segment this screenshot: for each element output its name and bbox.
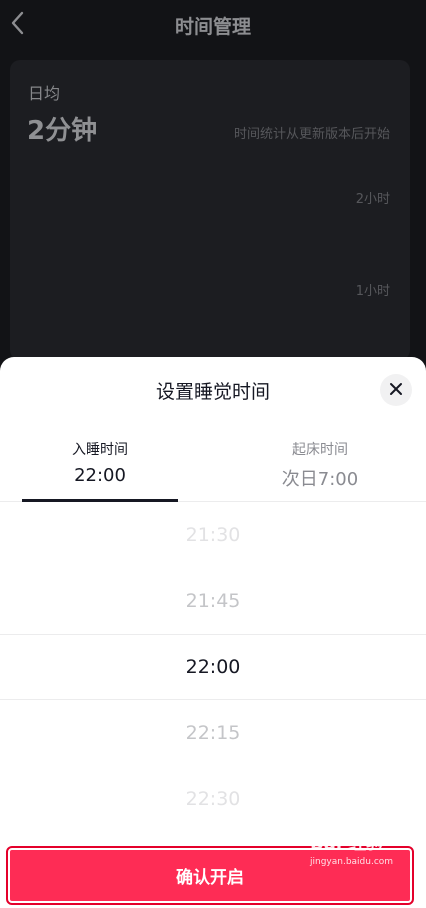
top-bar: 时间管理	[0, 0, 426, 48]
time-picker[interactable]: 21:30 21:45 22:00 22:15 22:30	[0, 502, 426, 832]
picker-option[interactable]: 22:30	[0, 766, 426, 832]
tab-label: 入睡时间	[72, 442, 128, 458]
tab-sleep-time[interactable]: 入睡时间 22:00	[0, 437, 200, 486]
page-title: 时间管理	[174, 16, 251, 38]
sleep-time-sheet: 设置睡觉时间 入睡时间 22:00 起床时间 次日7:00 21:30 21:4…	[0, 357, 426, 908]
stats-note: 时间统计从更新版本后开始	[233, 127, 390, 142]
picker-option[interactable]: 21:30	[0, 502, 426, 568]
y-axis-tick: 2小时	[355, 192, 390, 207]
tab-value: 22:00	[74, 465, 126, 486]
y-axis-tick: 1小时	[355, 284, 390, 299]
stats-card: 日均 2分钟 时间统计从更新版本后开始 2小时 1小时	[10, 60, 410, 360]
tab-wake-time[interactable]: 起床时间 次日7:00	[220, 437, 420, 491]
picker-option-selected[interactable]: 22:00	[0, 634, 426, 700]
tab-label: 起床时间	[292, 442, 348, 458]
time-tabs: 入睡时间 22:00 起床时间 次日7:00	[0, 437, 426, 502]
close-icon	[389, 381, 403, 400]
confirm-enable-button[interactable]: 确认开启	[6, 846, 414, 905]
close-button[interactable]	[380, 374, 412, 406]
daily-average-value: 2分钟	[27, 116, 98, 146]
sheet-title: 设置睡觉时间	[155, 381, 270, 403]
tab-value: 次日7:00	[281, 469, 359, 490]
picker-option[interactable]: 22:15	[0, 700, 426, 766]
picker-option[interactable]: 21:45	[0, 568, 426, 634]
daily-average-label: 日均	[28, 84, 61, 103]
